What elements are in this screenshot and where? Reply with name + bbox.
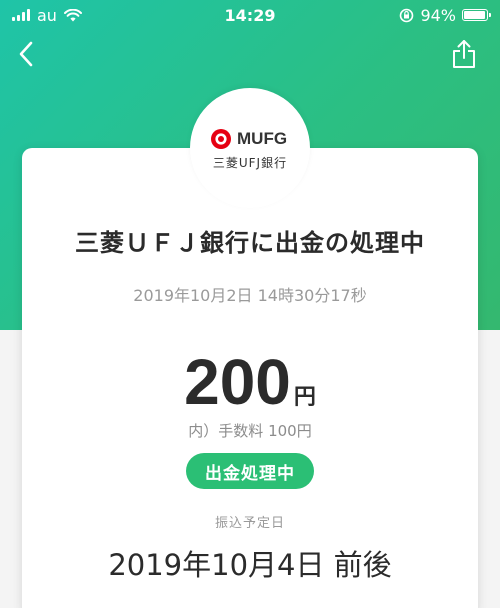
transaction-datetime: 2019年10月2日 14時30分17秒 <box>133 286 367 305</box>
cellular-signal-icon <box>12 9 30 21</box>
share-button[interactable] <box>446 36 482 72</box>
fee-text: 内）手数料 100円 <box>188 422 312 440</box>
status-bar: au 14:29 94% <box>0 0 500 30</box>
transfer-date-label: 振込予定日 <box>214 516 285 531</box>
bank-name: 三菱UFJ銀行 <box>212 156 288 170</box>
carrier-label: au <box>37 5 57 25</box>
logo-wordmark: MUFG <box>237 129 288 148</box>
back-button[interactable] <box>8 36 44 72</box>
clock: 14:29 <box>224 5 276 25</box>
chevron-left-icon <box>19 41 33 67</box>
status-right: 94% <box>399 5 491 25</box>
amount-value: 200 <box>184 346 291 418</box>
transfer-date-value: 2019年10月4日 前後 <box>108 548 392 582</box>
status-badge: 出金処理中 <box>186 453 314 489</box>
battery-icon <box>462 9 491 21</box>
battery-level <box>464 11 485 19</box>
wifi-icon <box>63 8 82 21</box>
page-title: 三菱ＵＦＪ銀行に出金の処理中 <box>75 229 425 257</box>
amount-row: 200 円 <box>22 345 478 419</box>
mufg-logo: MUFG <box>210 128 290 150</box>
rotation-lock-icon <box>400 8 414 22</box>
status-left: au <box>12 6 82 25</box>
share-icon <box>453 40 475 68</box>
amount-currency: 円 <box>293 385 316 410</box>
mufg-logo-icon <box>211 129 231 149</box>
battery-percent: 94% <box>420 5 456 25</box>
